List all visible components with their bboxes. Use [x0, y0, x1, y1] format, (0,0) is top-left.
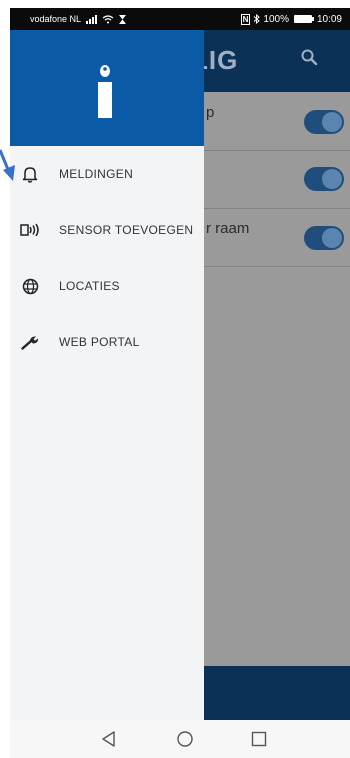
status-bar: vodafone NL N 100% 10:09: [10, 8, 350, 30]
globe-icon: [20, 276, 40, 296]
bell-icon: [20, 164, 40, 184]
sensor-toggle[interactable]: [304, 226, 344, 250]
sensor-icon: [20, 220, 40, 240]
battery-percent: 100%: [263, 13, 289, 25]
nfc-icon: N: [240, 13, 251, 25]
carrier-label: vodafone NL: [30, 14, 82, 24]
battery-icon: [293, 15, 314, 23]
menu-label: LOCATIES: [59, 279, 120, 293]
menu-label: WEB PORTAL: [59, 335, 140, 349]
bluetooth-icon: [254, 14, 261, 24]
app-logo: [98, 65, 112, 118]
sensor-toggle[interactable]: [304, 167, 344, 191]
search-icon[interactable]: [300, 48, 318, 66]
menu-item-meldingen[interactable]: MELDINGEN: [10, 146, 204, 202]
clock: 10:09: [316, 13, 342, 25]
annotation-arrow-icon: [0, 149, 15, 181]
drawer-header: [10, 30, 204, 146]
system-nav-bar: [10, 720, 350, 758]
home-icon[interactable]: [176, 730, 194, 748]
navigation-drawer: MELDINGEN SENSOR TOEVOEGEN LOCATIES WEB …: [10, 30, 204, 720]
menu-label: SENSOR TOEVOEGEN: [59, 223, 194, 237]
sensor-toggle[interactable]: [304, 110, 344, 134]
signal-icon: [86, 14, 98, 24]
hourglass-icon: [119, 14, 127, 24]
menu-item-web-portal[interactable]: WEB PORTAL: [10, 314, 204, 370]
back-icon[interactable]: [100, 730, 118, 748]
row-label: p: [206, 104, 215, 121]
drawer-menu: MELDINGEN SENSOR TOEVOEGEN LOCATIES WEB …: [10, 146, 204, 370]
phone-screen: vodafone NL N 100% 10:09 LIG p r raam ME…: [10, 8, 350, 758]
recents-icon[interactable]: [250, 730, 268, 748]
wrench-icon: [20, 332, 40, 352]
menu-item-locaties[interactable]: LOCATIES: [10, 258, 204, 314]
row-label: r raam: [206, 220, 250, 237]
menu-label: MELDINGEN: [59, 167, 134, 181]
wifi-icon: [102, 14, 114, 23]
menu-item-sensor-toevoegen[interactable]: SENSOR TOEVOEGEN: [10, 202, 204, 258]
